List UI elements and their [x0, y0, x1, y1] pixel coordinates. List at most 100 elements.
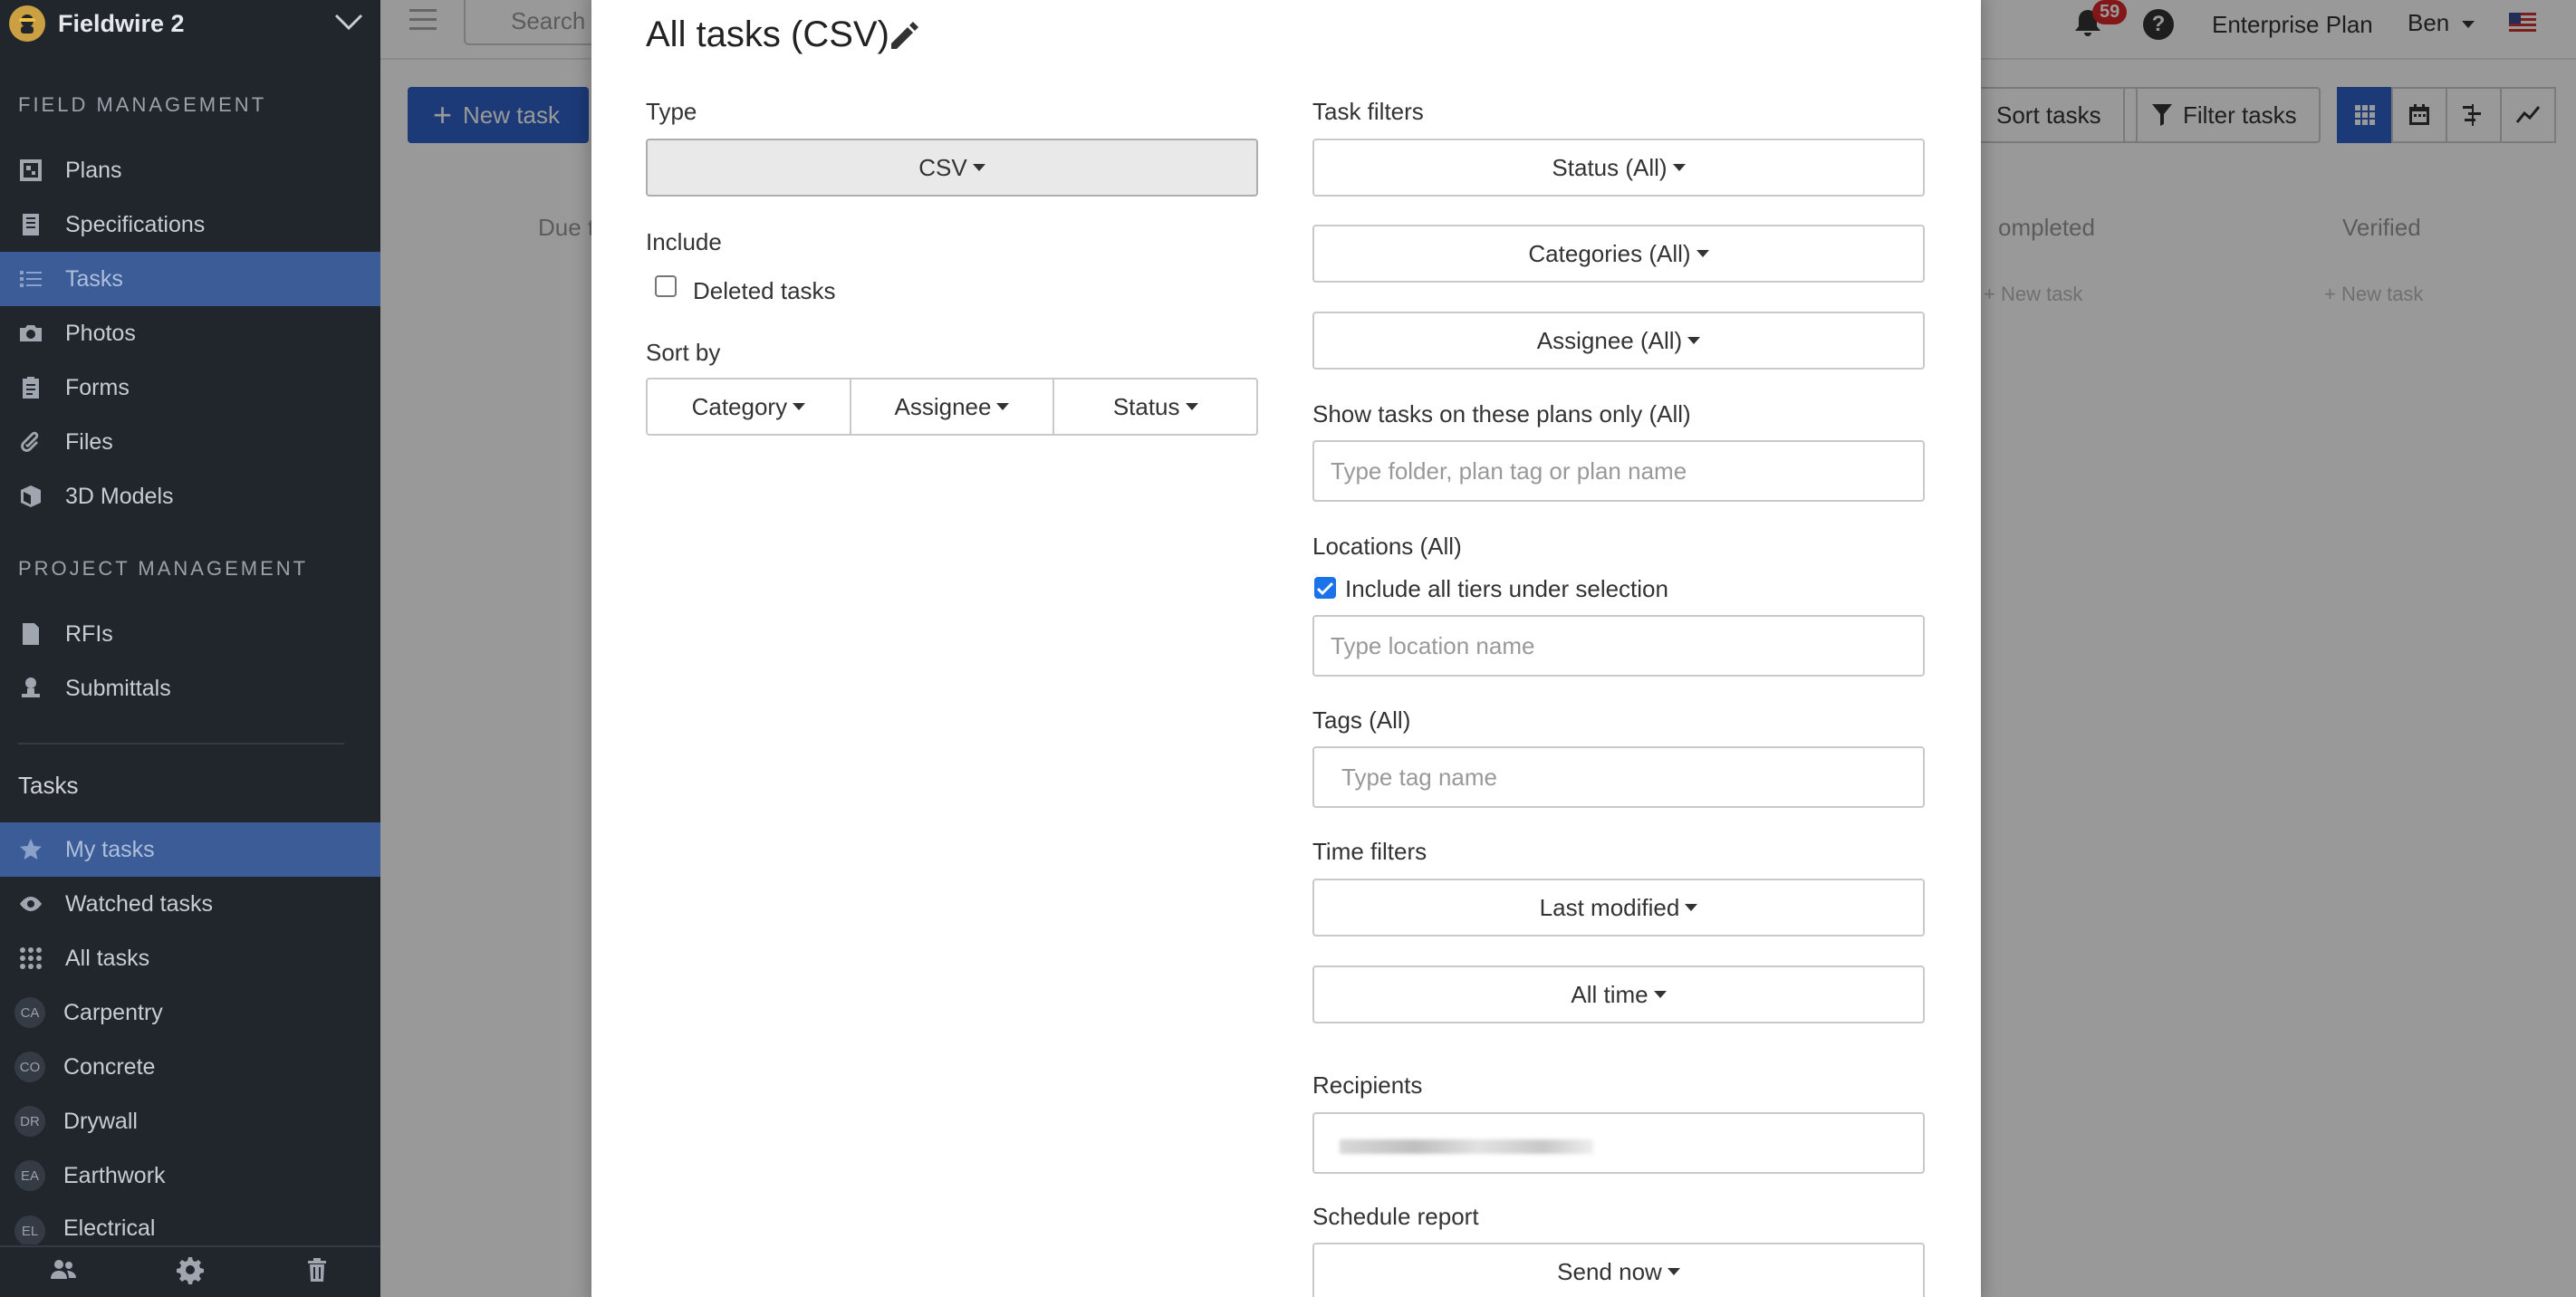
- caret-down-icon: [793, 403, 806, 410]
- sidebar: Fieldwire 2 FIELD MANAGEMENT Plans Speci…: [0, 0, 380, 1297]
- field-management-heading: FIELD MANAGEMENT: [18, 93, 267, 116]
- plans-icon: [16, 156, 45, 185]
- sidebar-item-label: Specifications: [65, 211, 206, 237]
- chevron-down-icon[interactable]: [333, 12, 364, 36]
- category-badge: EA: [14, 1160, 45, 1191]
- sidebar-item-label: Drywall: [63, 1108, 138, 1134]
- project-management-heading: PROJECT MANAGEMENT: [18, 557, 309, 580]
- sidebar-item-label: 3D Models: [65, 483, 174, 509]
- sidebar-item-label: Files: [65, 428, 113, 455]
- sidebar-item-label: Concrete: [63, 1053, 156, 1080]
- time-range-value: All time: [1571, 980, 1648, 1008]
- tags-label: Tags (All): [1312, 706, 1411, 734]
- sort-option-label: Category: [691, 392, 788, 420]
- sidebar-item-photos[interactable]: Photos: [0, 306, 380, 360]
- modal-title: All tasks (CSV): [646, 14, 889, 54]
- schedule-dropdown[interactable]: Send now: [1312, 1243, 1925, 1297]
- status-filter-dropdown[interactable]: Status (All): [1312, 139, 1925, 197]
- time-range-dropdown[interactable]: All time: [1312, 966, 1925, 1023]
- project-name: Fieldwire 2: [58, 9, 185, 37]
- caret-down-icon: [1672, 164, 1686, 171]
- grid-dots-icon: [16, 944, 45, 973]
- sidebar-footer: [0, 1245, 380, 1297]
- deleted-tasks-label: Deleted tasks: [693, 277, 836, 304]
- plans-filter-input[interactable]: Type folder, plan tag or plan name: [1312, 440, 1925, 502]
- sidebar-item-label: Plans: [65, 157, 122, 183]
- pencil-icon[interactable]: [886, 18, 922, 54]
- sidebar-item-label: RFIs: [65, 620, 113, 647]
- category-badge: DR: [14, 1106, 45, 1137]
- include-tiers-label: Include all tiers under selection: [1345, 575, 1668, 602]
- category-badge: CA: [14, 997, 45, 1028]
- sidebar-item-my-tasks[interactable]: My tasks: [0, 822, 380, 877]
- sidebar-item-label: Carpentry: [63, 999, 163, 1025]
- sidebar-item-label: Photos: [65, 320, 136, 346]
- sidebar-item-label: Electrical: [63, 1215, 156, 1241]
- export-report-modal: All tasks (CSV) Type CSV Include Deleted…: [591, 0, 1981, 1297]
- sidebar-item-carpentry[interactable]: CA Carpentry: [0, 985, 380, 1040]
- caret-down-icon: [996, 403, 1010, 410]
- sidebar-item-submittals[interactable]: Submittals: [0, 661, 380, 716]
- sort-option-label: Assignee: [894, 392, 992, 420]
- caret-down-icon: [1185, 403, 1198, 410]
- sort-by-status-button[interactable]: Status: [1053, 378, 1259, 436]
- paperclip-icon: [16, 428, 45, 456]
- deleted-tasks-checkbox[interactable]: [655, 275, 677, 297]
- category-badge: CO: [14, 1052, 45, 1082]
- sidebar-item-label: Forms: [65, 374, 130, 400]
- sidebar-item-label: All tasks: [65, 945, 150, 971]
- sidebar-item-files[interactable]: Files: [0, 415, 380, 469]
- categories-filter-value: Categories (All): [1528, 239, 1691, 267]
- time-filters-label: Time filters: [1312, 838, 1427, 865]
- type-dropdown[interactable]: CSV: [646, 139, 1258, 197]
- recipients-label: Recipients: [1312, 1071, 1423, 1099]
- sidebar-item-all-tasks[interactable]: All tasks: [0, 931, 380, 985]
- sidebar-item-tasks[interactable]: Tasks: [0, 252, 380, 306]
- camera-icon: [16, 319, 45, 348]
- trash-icon[interactable]: [303, 1255, 332, 1289]
- sidebar-item-rfis[interactable]: RFIs: [0, 607, 380, 661]
- assignee-filter-dropdown[interactable]: Assignee (All): [1312, 312, 1925, 370]
- eye-icon: [16, 889, 45, 918]
- team-icon[interactable]: [49, 1255, 78, 1289]
- sidebar-item-drywall[interactable]: DR Drywall: [0, 1094, 380, 1148]
- recipients-input[interactable]: [1312, 1112, 1925, 1174]
- caret-down-icon: [1685, 904, 1698, 911]
- sidebar-item-specifications[interactable]: Specifications: [0, 197, 380, 252]
- sidebar-item-electrical[interactable]: EL Electrical: [0, 1203, 380, 1244]
- type-label: Type: [646, 98, 697, 125]
- include-tiers-checkbox[interactable]: [1314, 577, 1336, 599]
- categories-filter-dropdown[interactable]: Categories (All): [1312, 225, 1925, 283]
- time-field-dropdown[interactable]: Last modified: [1312, 879, 1925, 937]
- sort-by-assignee-button[interactable]: Assignee: [849, 378, 1055, 436]
- sort-by-category-button[interactable]: Category: [646, 378, 851, 436]
- rfi-icon: [16, 620, 45, 648]
- sort-by-label: Sort by: [646, 339, 721, 366]
- sidebar-item-concrete[interactable]: CO Concrete: [0, 1040, 380, 1094]
- clipboard-icon: [16, 373, 45, 402]
- type-value: CSV: [918, 153, 967, 181]
- checkmark-icon: [1317, 582, 1333, 595]
- tasks-section-title: Tasks: [18, 772, 79, 799]
- sidebar-item-3d-models[interactable]: 3D Models: [0, 469, 380, 524]
- location-input[interactable]: Type location name: [1312, 615, 1925, 677]
- caret-down-icon: [1653, 991, 1667, 998]
- tags-input[interactable]: Type tag name: [1312, 746, 1925, 808]
- sidebar-item-label: My tasks: [65, 836, 155, 862]
- time-field-value: Last modified: [1539, 893, 1680, 921]
- sidebar-item-watched-tasks[interactable]: Watched tasks: [0, 877, 380, 931]
- sidebar-item-earthwork[interactable]: EA Earthwork: [0, 1148, 380, 1203]
- redacted-recipient: [1340, 1139, 1593, 1154]
- sidebar-item-plans[interactable]: Plans: [0, 143, 380, 197]
- sidebar-item-forms[interactable]: Forms: [0, 360, 380, 415]
- caret-down-icon: [1696, 250, 1709, 257]
- task-filters-label: Task filters: [1312, 98, 1424, 125]
- gear-icon[interactable]: [176, 1255, 205, 1289]
- sidebar-header[interactable]: Fieldwire 2: [0, 0, 380, 47]
- sort-by-group: Category Assignee Status: [646, 378, 1259, 436]
- specifications-icon: [16, 210, 45, 239]
- tasks-list-icon: [16, 264, 45, 293]
- plans-filter-label: Show tasks on these plans only (All): [1312, 400, 1691, 428]
- fieldwire-logo-icon: [9, 5, 45, 42]
- schedule-report-label: Schedule report: [1312, 1203, 1479, 1230]
